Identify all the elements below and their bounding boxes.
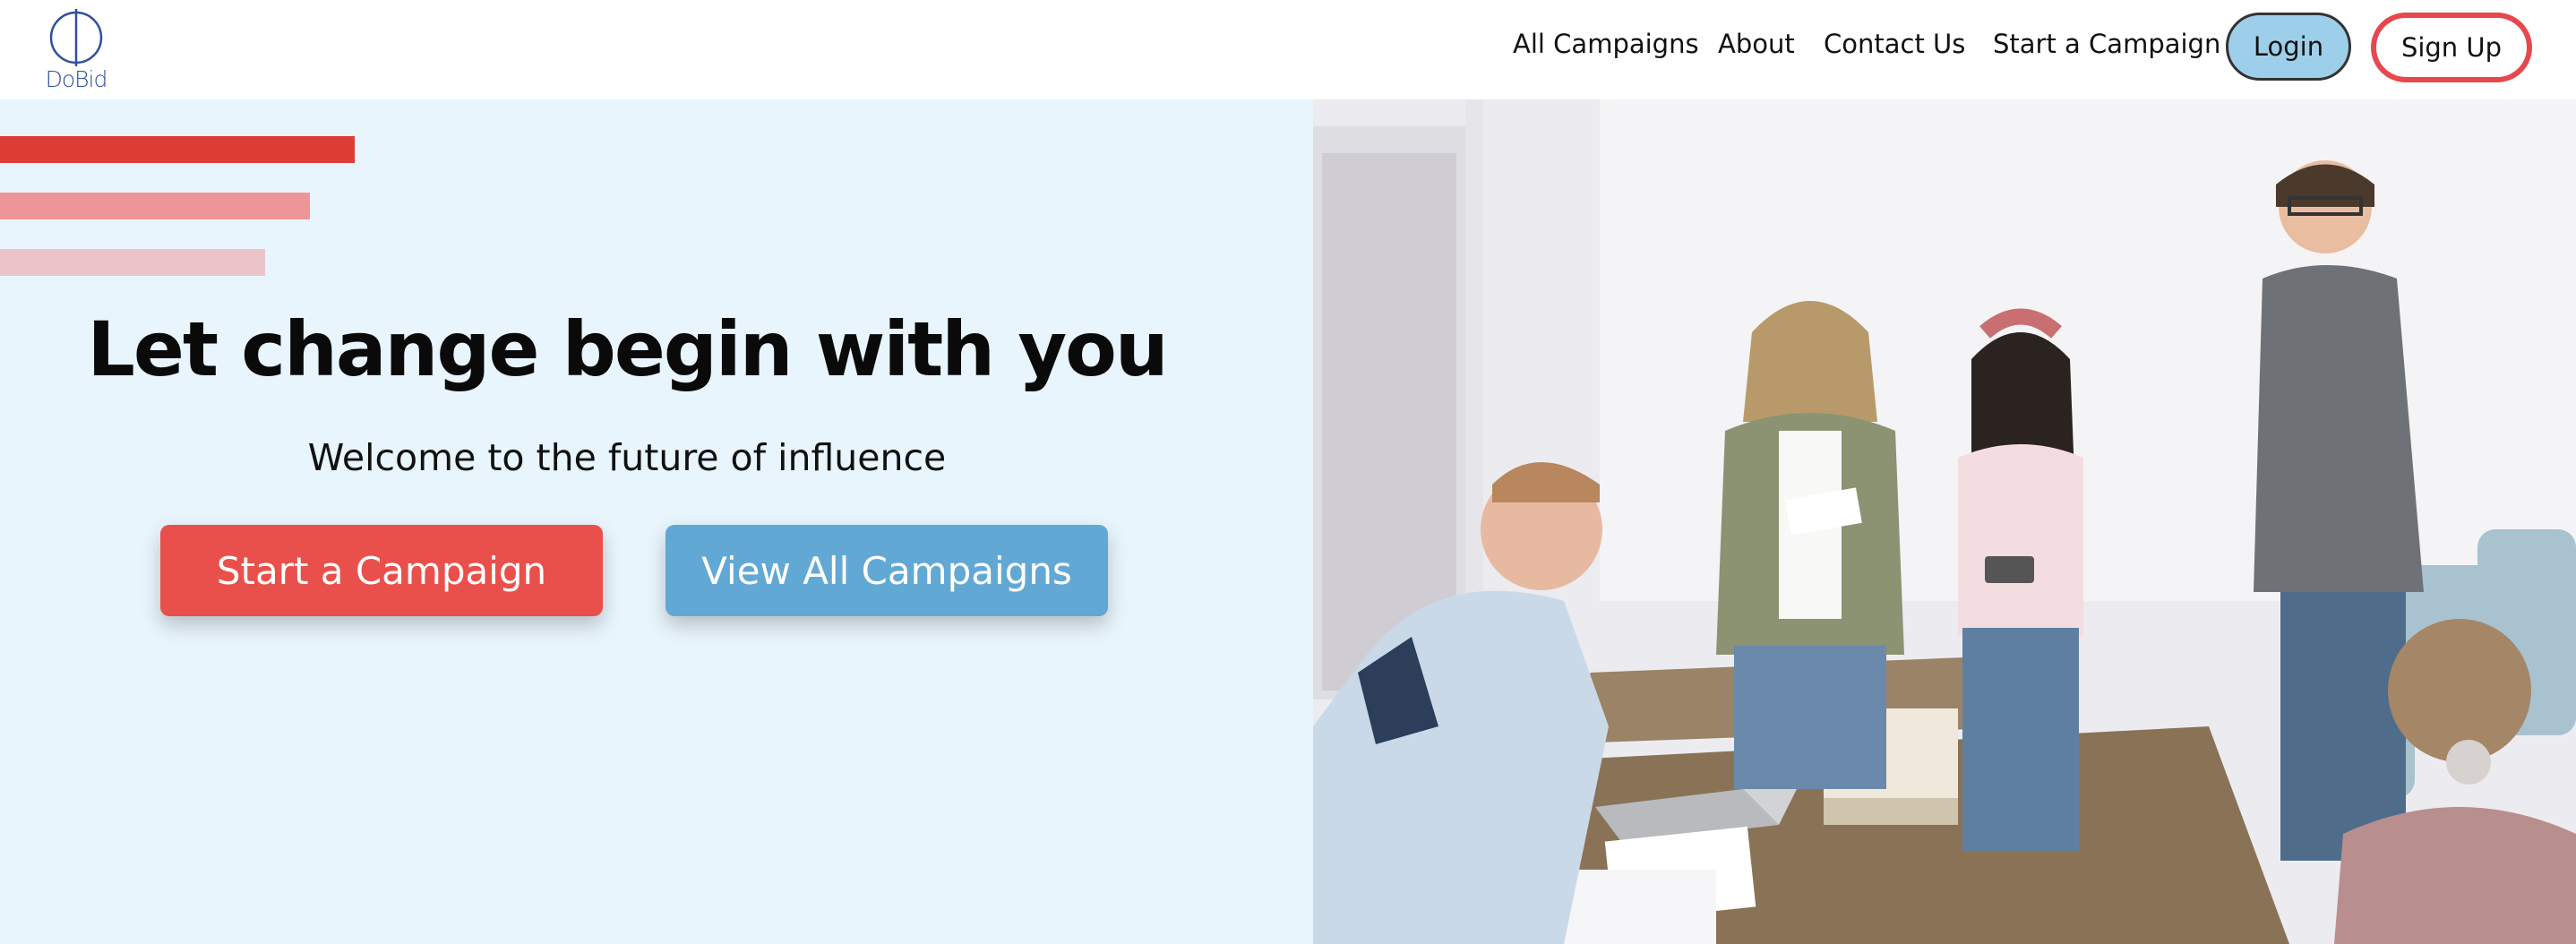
start-campaign-button[interactable]: Start a Campaign bbox=[160, 525, 603, 616]
decorative-stripe bbox=[0, 136, 355, 163]
dobid-logo[interactable]: DoBid bbox=[45, 7, 116, 97]
site-header: DoBid All Campaigns About Contact Us Sta… bbox=[0, 0, 2576, 99]
login-button[interactable]: Login bbox=[2226, 13, 2351, 81]
nav-all-campaigns[interactable]: All Campaigns bbox=[1513, 29, 1699, 59]
nav-start-campaign[interactable]: Start a Campaign bbox=[1993, 29, 2220, 59]
hero-section: Let change begin with you Welcome to the… bbox=[0, 99, 1313, 944]
decorative-stripe bbox=[0, 249, 265, 276]
nav-contact-us[interactable]: Contact Us bbox=[1824, 29, 1965, 59]
hero-photo bbox=[1313, 99, 2576, 944]
decorative-stripe bbox=[0, 193, 310, 219]
hero-title: Let change begin with you bbox=[87, 305, 1168, 393]
hero-subtitle: Welcome to the future of influence bbox=[307, 436, 947, 479]
logo-circle-icon bbox=[49, 9, 103, 66]
logo-wordmark: DoBid bbox=[45, 66, 108, 92]
nav-about[interactable]: About bbox=[1718, 29, 1795, 59]
view-all-campaigns-button[interactable]: View All Campaigns bbox=[665, 525, 1108, 616]
students-classroom-photo-icon bbox=[1313, 99, 2576, 944]
signup-button[interactable]: Sign Up bbox=[2371, 13, 2532, 82]
